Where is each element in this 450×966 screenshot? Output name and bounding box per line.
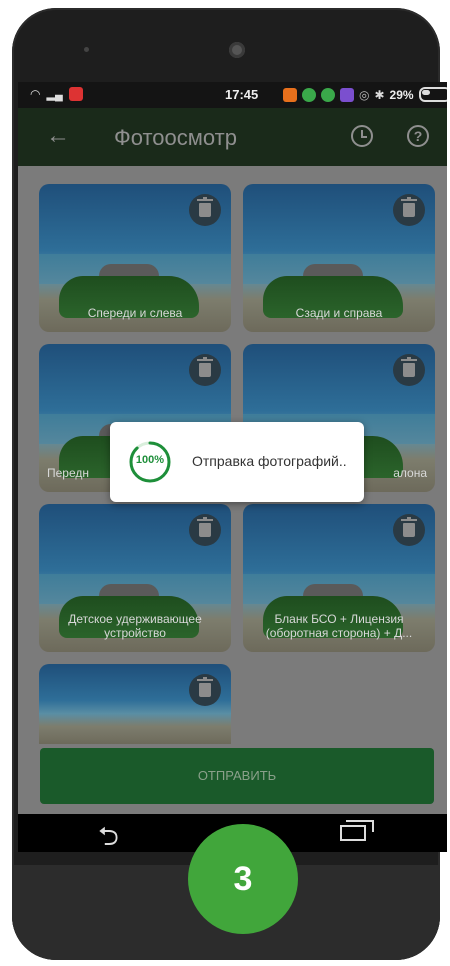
trash-icon	[197, 197, 213, 217]
notification-icon-green	[302, 87, 316, 102]
front-camera	[229, 42, 245, 58]
battery-icon	[418, 87, 447, 102]
progress-percent: 100%	[135, 454, 165, 466]
photo-label: Детское удерживающее устройство	[68, 612, 202, 640]
photo-tile[interactable]	[39, 664, 231, 744]
progress-message: Отправка фотографий..	[192, 453, 347, 469]
photo-label: Бланк БСО + Лицензия (оборотная сторона)…	[265, 612, 413, 640]
viber-icon	[340, 87, 354, 102]
upload-progress-dialog: 100% Отправка фотографий..	[110, 422, 364, 502]
send-button[interactable]: ОТПРАВИТЬ	[40, 748, 434, 804]
delete-button[interactable]	[393, 354, 425, 386]
status-bar: ◠ ▂▄ 17:45 ◎ ✱ 29%	[18, 82, 447, 108]
wifi-icon: ◠	[30, 87, 41, 101]
photo-tile[interactable]: Детское удерживающее устройство	[39, 504, 231, 652]
trash-icon	[401, 517, 417, 537]
status-time: 17:45	[225, 87, 259, 102]
photo-tile[interactable]: Бланк БСО + Лицензия (оборотная сторона)…	[243, 504, 435, 652]
nav-recents-icon[interactable]	[340, 820, 374, 841]
delete-button[interactable]	[393, 194, 425, 226]
bluetooth-icon: ✱	[374, 87, 385, 102]
signal-icon: ▂▄	[46, 88, 63, 101]
battery-percent: 29%	[389, 87, 414, 102]
help-icon[interactable]: ?	[407, 125, 429, 147]
photo-tile[interactable]: Спереди и слева	[39, 184, 231, 332]
alarm-icon: ◎	[359, 87, 370, 102]
notification-icon-orange	[283, 87, 297, 102]
app-bar: ← Фотоосмотр ?	[18, 108, 447, 166]
nav-back-icon[interactable]: ⮌	[98, 818, 119, 852]
sensor-dot	[84, 47, 89, 52]
trash-icon	[197, 357, 213, 377]
notification-icon-green-2	[321, 87, 335, 102]
status-right-icons: ◎ ✱ 29%	[283, 87, 447, 102]
delete-button[interactable]	[189, 354, 221, 386]
delete-button[interactable]	[393, 514, 425, 546]
trash-icon	[197, 677, 213, 697]
page-title: Фотоосмотр	[114, 125, 237, 150]
delete-button[interactable]	[189, 674, 221, 706]
back-arrow-icon[interactable]: ←	[46, 122, 70, 150]
app-notification-icon	[68, 87, 83, 101]
trash-icon	[401, 197, 417, 217]
photo-label: Спереди и слева	[87, 306, 183, 320]
delete-button[interactable]	[189, 194, 221, 226]
trash-icon	[401, 357, 417, 377]
photo-label: Сзади и справа	[295, 306, 383, 320]
photo-tile[interactable]: Сзади и справа	[243, 184, 435, 332]
step-badge: 3	[188, 824, 298, 934]
history-clock-icon[interactable]	[351, 125, 373, 147]
delete-button[interactable]	[189, 514, 221, 546]
status-left-icons: ◠ ▂▄	[30, 87, 83, 101]
trash-icon	[197, 517, 213, 537]
